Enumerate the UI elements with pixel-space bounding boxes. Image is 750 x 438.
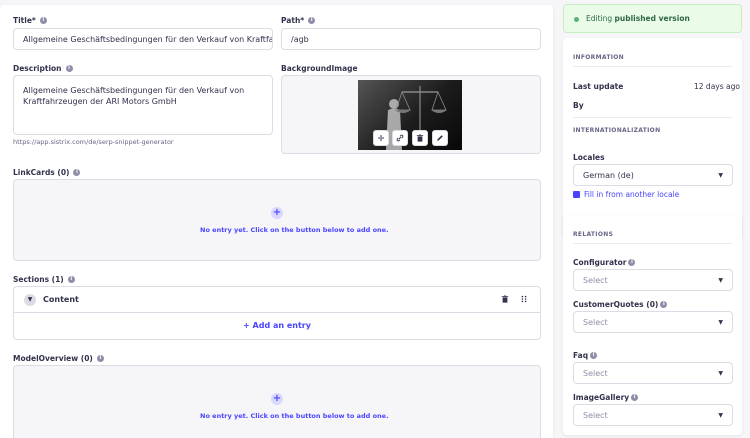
section-item[interactable]: ▼ Content <box>14 287 540 313</box>
model-overview-label: ModelOverview (0) i <box>13 354 104 363</box>
path-label: Path* i <box>281 16 316 25</box>
plus-icon[interactable]: + <box>271 207 283 219</box>
model-overview-empty-text[interactable]: No entry yet. Click on the button below … <box>200 412 389 420</box>
title-label: Title* i <box>13 16 47 25</box>
move-icon[interactable]: ✛ <box>373 130 389 146</box>
title-input[interactable]: Allgemeine Geschäftsbedingungen für den … <box>13 28 273 50</box>
link-icon[interactable] <box>392 130 408 146</box>
description-label: Description i <box>13 64 73 73</box>
info-icon: i <box>67 276 75 283</box>
info-icon: i <box>590 352 598 359</box>
internationalization-heading: INTERNATIONALIZATION <box>573 127 661 134</box>
edit-icon[interactable] <box>432 130 448 146</box>
divider <box>573 117 732 118</box>
divider <box>573 243 732 244</box>
faq-label: Faq i <box>573 351 598 360</box>
divider <box>573 66 732 67</box>
chevron-down-icon[interactable]: ▼ <box>24 294 36 306</box>
last-update-label: Last update <box>573 82 624 91</box>
drag-icon[interactable] <box>520 295 528 305</box>
status-banner: Editing published version <box>563 4 742 33</box>
link-cards-empty-state[interactable] <box>13 179 541 261</box>
info-icon: i <box>39 17 47 24</box>
customer-quotes-select[interactable]: Select ▼ <box>573 311 733 333</box>
link-cards-label: LinkCards (0) i <box>13 168 81 177</box>
plus-icon: + <box>243 321 250 330</box>
info-icon: i <box>73 169 81 176</box>
by-label: By <box>573 101 584 110</box>
image-gallery-select[interactable]: Select ▼ <box>573 404 733 426</box>
locale-copy-icon <box>573 191 580 198</box>
description-hint: https://app.sistrix.com/de/serp-snippet-… <box>13 138 174 146</box>
info-icon: i <box>96 355 104 362</box>
faq-select[interactable]: Select ▼ <box>573 362 733 384</box>
relations-heading: RELATIONS <box>573 231 614 238</box>
section-item-title: Content <box>43 295 79 304</box>
information-heading: INFORMATION <box>573 54 624 61</box>
sections-list: ▼ Content + Add an entry <box>13 286 541 340</box>
chevron-down-icon: ▼ <box>718 411 723 419</box>
last-update-value: 12 days ago <box>694 82 740 91</box>
info-icon: i <box>628 259 636 266</box>
status-text: Editing published version <box>586 14 690 23</box>
configurator-select[interactable]: Select ▼ <box>573 269 733 291</box>
customer-quotes-label: CustomerQuotes (0) i <box>573 300 668 309</box>
configurator-label: Configurator i <box>573 258 636 267</box>
fill-from-locale-link[interactable]: Fill in from another locale <box>573 190 679 199</box>
info-icon: i <box>631 394 639 401</box>
chevron-down-icon: ▼ <box>718 318 723 326</box>
background-image-label: BackgroundImage <box>281 64 358 73</box>
status-dot-icon <box>574 17 579 22</box>
info-icon: i <box>308 17 316 24</box>
locale-select[interactable]: German (de) ▼ <box>573 164 733 186</box>
path-input[interactable]: /agb <box>281 28 541 50</box>
info-icon: i <box>660 301 668 308</box>
locales-label: Locales <box>573 153 605 162</box>
link-cards-empty-text[interactable]: No entry yet. Click on the button below … <box>200 226 389 234</box>
trash-icon[interactable] <box>501 295 509 305</box>
chevron-down-icon: ▼ <box>718 171 723 179</box>
trash-icon[interactable] <box>412 130 428 146</box>
sections-label: Sections (1) i <box>13 275 75 284</box>
chevron-down-icon: ▼ <box>718 276 723 284</box>
information-panel <box>563 38 742 238</box>
info-icon: i <box>65 65 73 72</box>
chevron-down-icon: ▼ <box>718 369 723 377</box>
add-entry-button[interactable]: + Add an entry <box>14 321 540 330</box>
image-gallery-label: ImageGallery i <box>573 393 639 402</box>
description-textarea[interactable]: Allgemeine Geschäftsbedingungen für den … <box>13 75 273 135</box>
plus-icon[interactable]: + <box>271 393 283 405</box>
